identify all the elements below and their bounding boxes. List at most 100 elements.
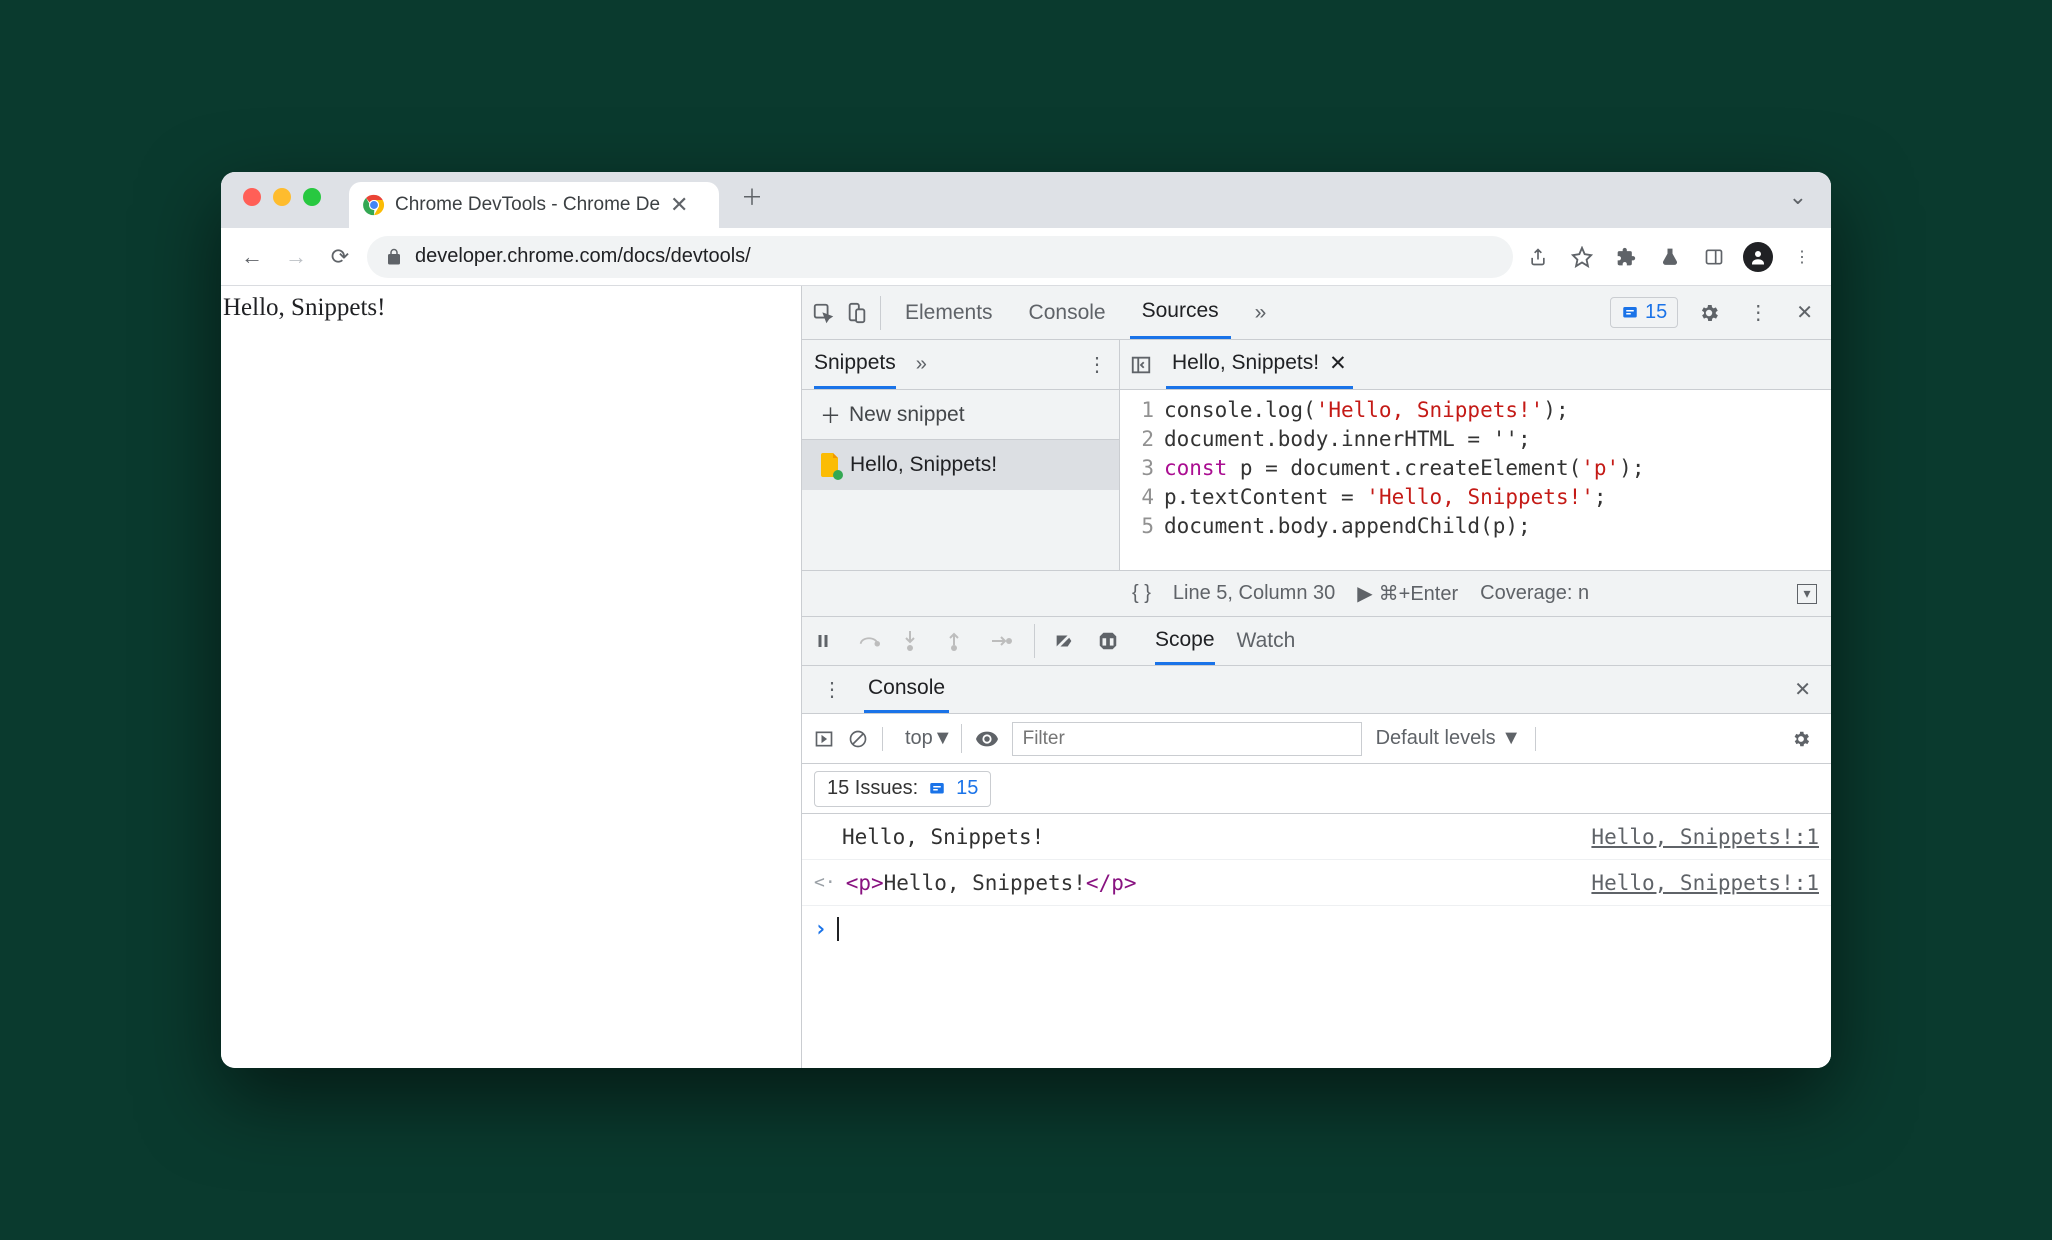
scope-tab[interactable]: Scope [1155,617,1215,665]
tab-list-button[interactable]: ⌄ [1789,184,1807,210]
line-number: 3 [1120,454,1154,483]
close-tab-button[interactable]: ✕ [670,192,688,218]
separator [882,727,883,751]
return-arrow-icon: <· [814,872,846,893]
snippets-tab[interactable]: Snippets [814,340,896,389]
console-sidebar-toggle-icon[interactable] [814,729,834,749]
editor-tabs: Hello, Snippets! ✕ [1120,340,1831,390]
forward-button[interactable]: → [279,240,313,274]
coverage-indicator[interactable]: Coverage: n [1480,582,1589,605]
close-drawer-button[interactable]: ✕ [1786,677,1819,702]
snippets-navigator: Snippets » ⋮ ＋ New snippet Hello, Snippe [802,340,1120,570]
devtools-menu[interactable]: ⋮ [1740,300,1776,325]
devtools-panel: Elements Console Sources » 15 ⋮ ✕ Snippe… [801,286,1831,1068]
tab-console[interactable]: Console [1017,286,1118,339]
code-area[interactable]: 1 2 3 4 5 console.log('Hello, Snippets!'… [1120,390,1831,570]
debugger-tabs: Scope Watch [1155,617,1295,665]
cursor-position: Line 5, Column 30 [1173,582,1335,605]
clear-console-icon[interactable] [848,729,868,749]
extensions-icon[interactable] [1611,242,1641,272]
code-editor: Hello, Snippets! ✕ 1 2 3 4 5 [1120,340,1831,570]
log-html: <p>Hello, Snippets!</p> [846,871,1137,895]
deactivate-breakpoints-icon[interactable] [1053,630,1079,652]
watch-tab[interactable]: Watch [1237,617,1296,665]
context-selector[interactable]: top ▼ [897,724,962,753]
settings-button[interactable] [1690,302,1728,324]
code-line: document.body.innerHTML = ''; [1164,425,1831,454]
code-line: console.log('Hello, Snippets!'); [1164,396,1831,425]
separator [1535,727,1536,751]
log-source-link[interactable]: Hello, Snippets!:1 [1591,825,1819,849]
labs-icon[interactable] [1655,242,1685,272]
console-return-row[interactable]: <· <p>Hello, Snippets!</p> Hello, Snippe… [802,860,1831,906]
text-cursor [837,917,839,941]
sidepanel-icon[interactable] [1699,242,1729,272]
live-expression-icon[interactable] [976,731,998,747]
snippet-item[interactable]: Hello, Snippets! [802,440,1119,490]
console-drawer: ⋮ Console ✕ top ▼ Default levels ▼ [802,666,1831,1068]
console-drawer-tab[interactable]: Console [864,666,949,713]
share-icon[interactable] [1523,242,1553,272]
console-settings-icon[interactable] [1783,729,1819,749]
maximize-window-button[interactable] [303,188,321,206]
run-snippet-button[interactable]: ▶ ⌘+Enter [1357,581,1458,606]
tab-sources[interactable]: Sources [1130,286,1231,339]
console-log-row[interactable]: Hello, Snippets! Hello, Snippets!:1 [802,814,1831,860]
chrome-menu-button[interactable]: ⋮ [1787,242,1817,272]
issues-chip-label: 15 Issues: [827,777,918,800]
back-button[interactable]: ← [235,240,269,274]
issues-indicator[interactable]: 15 [1610,297,1678,328]
debugger-toolbar: Scope Watch [802,616,1831,666]
toggle-navigator-icon[interactable] [1130,354,1152,376]
inspect-icon[interactable] [812,302,834,324]
editor-statusbar: { } Line 5, Column 30 ▶ ⌘+Enter Coverage… [802,570,1831,616]
log-message: Hello, Snippets! [814,825,1044,849]
separator [1034,624,1035,658]
close-window-button[interactable] [243,188,261,206]
pause-exceptions-icon[interactable] [1097,630,1123,652]
tab-overflow[interactable]: » [1243,286,1279,339]
minimize-window-button[interactable] [273,188,291,206]
close-devtools-button[interactable]: ✕ [1788,300,1821,325]
step-out-icon[interactable] [946,631,972,651]
bookmark-icon[interactable] [1567,242,1597,272]
browser-tab[interactable]: Chrome DevTools - Chrome De ✕ [349,182,719,228]
device-toggle-icon[interactable] [846,302,868,324]
navigator-menu[interactable]: ⋮ [1087,352,1107,377]
log-source-link[interactable]: Hello, Snippets!:1 [1591,871,1819,895]
profile-avatar[interactable] [1743,242,1773,272]
step-icon[interactable] [990,633,1016,649]
reload-button[interactable]: ⟳ [323,240,357,274]
navigator-overflow[interactable]: » [916,353,927,376]
pretty-print-icon[interactable]: { } [1132,582,1151,605]
statusbar-overflow-icon[interactable]: ▾ [1797,584,1817,604]
chrome-window: Chrome DevTools - Chrome De ✕ ＋ ⌄ ← → ⟳ … [221,172,1831,1068]
log-levels-selector[interactable]: Default levels ▼ [1376,727,1521,750]
pause-button[interactable] [814,632,840,650]
code-line: p.textContent = 'Hello, Snippets!'; [1164,483,1831,512]
console-drawer-header: ⋮ Console ✕ [802,666,1831,714]
address-bar[interactable]: developer.chrome.com/docs/devtools/ [367,236,1513,278]
separator [880,296,881,330]
lock-icon [385,248,403,266]
step-over-icon[interactable] [858,632,884,650]
drawer-menu[interactable]: ⋮ [814,677,850,702]
url-toolbar: ← → ⟳ developer.chrome.com/docs/devtools… [221,228,1831,286]
snippet-file-icon [820,453,840,477]
line-number: 1 [1120,396,1154,425]
issues-chip[interactable]: 15 Issues: 15 [814,771,991,807]
issues-chip-count: 15 [956,777,978,800]
console-filter-input[interactable] [1012,722,1362,756]
new-snippet-button[interactable]: ＋ New snippet [802,390,1119,440]
tab-elements[interactable]: Elements [893,286,1005,339]
line-number: 2 [1120,425,1154,454]
close-file-icon[interactable]: ✕ [1329,351,1347,376]
content-area: Hello, Snippets! Elements Console Source… [221,286,1831,1068]
new-tab-button[interactable]: ＋ [741,180,763,212]
console-prompt[interactable]: › [802,906,1831,952]
step-into-icon[interactable] [902,631,928,651]
editor-file-tab[interactable]: Hello, Snippets! ✕ [1166,340,1353,389]
issues-icon [1621,304,1639,322]
url-text: developer.chrome.com/docs/devtools/ [415,245,751,268]
devtools-tabbar: Elements Console Sources » 15 ⋮ ✕ [802,286,1831,340]
